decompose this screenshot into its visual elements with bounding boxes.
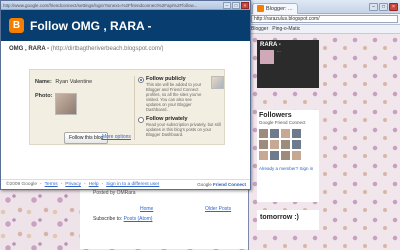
browser-titlebar: Blogger: ... – □ ×: [249, 0, 400, 14]
post-title: tomorrow :): [257, 210, 319, 230]
maximize-button[interactable]: □: [379, 2, 388, 11]
follower-grid: [259, 129, 317, 160]
follow-publicly-radio[interactable]: [138, 77, 144, 83]
follower-avatar[interactable]: [270, 129, 279, 138]
copyright-text: ©2009 Google: [6, 182, 38, 187]
background-browser-window: Blogger: ... – □ × http://rarazulus.blog…: [248, 0, 400, 250]
profile-photo: [55, 93, 78, 115]
follow-popup-window: http://www.google.com/friendconnect/sett…: [0, 0, 251, 190]
member-sign-in-link[interactable]: Already a member? Sign in: [259, 166, 317, 171]
divider: [134, 76, 135, 140]
followers-subtitle: Google Friend Connect: [259, 120, 306, 125]
popup-titlebar: http://www.google.com/friendconnect/sett…: [1, 1, 250, 10]
follow-privately-description: Read your subscription privately, but st…: [146, 122, 221, 137]
close-button[interactable]: ×: [389, 2, 398, 11]
public-people-icon: [211, 76, 224, 89]
more-options-link[interactable]: More options: [102, 134, 131, 140]
address-bar[interactable]: http://rarazulus.blogspot.com/: [251, 15, 398, 23]
subscribe-posts-link[interactable]: Posts (Atom): [124, 216, 153, 222]
blog-url: (http://dirtbagtheriverbeach.blogspot.co…: [50, 46, 164, 52]
photo-label: Photo:: [35, 93, 53, 99]
gfc-prefix: Google: [197, 182, 212, 187]
popup-url: http://www.google.com/friendconnect/sett…: [3, 2, 198, 8]
follower-avatar[interactable]: [292, 140, 301, 149]
blog-name: OMG , RARA -: [9, 46, 50, 52]
avatar[interactable]: [260, 50, 274, 64]
subscribe-label: Subscribe to:: [93, 216, 123, 222]
terms-link[interactable]: Terms: [45, 182, 58, 187]
follower-avatar[interactable]: [270, 151, 279, 160]
name-row: Name: Ryan Valentine: [35, 79, 131, 85]
posted-by-text: Posted by OMRara: [93, 190, 136, 196]
address-bar-row: http://rarazulus.blogspot.com/: [249, 14, 400, 25]
followers-widget: Followers Google Friend Connect Already …: [257, 110, 319, 202]
blog-page: RARA - ... Followers Google Friend Conne…: [249, 34, 400, 250]
popup-close-button[interactable]: ×: [241, 1, 249, 9]
older-posts-link[interactable]: Older Posts: [205, 206, 231, 212]
follow-privately-radio[interactable]: [138, 117, 144, 123]
popup-footer: ©2009 Google - Terms - Privacy - Help - …: [1, 179, 250, 189]
bookmark-item[interactable]: Blogger: [251, 26, 268, 32]
follower-avatar[interactable]: [292, 129, 301, 138]
privacy-link[interactable]: Privacy: [65, 182, 81, 187]
name-value: Ryan Valentine: [55, 79, 93, 85]
follower-avatar[interactable]: [259, 140, 268, 149]
follower-avatar[interactable]: [281, 140, 290, 149]
gfc-brand: Friend Connect: [212, 182, 246, 187]
follower-avatar[interactable]: [270, 140, 279, 149]
bookmarks-bar: Blogger Ping-o-Matic: [249, 25, 400, 34]
browser-tab[interactable]: Blogger: ...: [252, 2, 298, 14]
follow-publicly-description: This site will be added to your Blogger …: [146, 82, 202, 112]
popup-title: Follow OMG , RARA -: [30, 18, 152, 33]
follow-options: Follow publicly This site will be added …: [138, 76, 224, 141]
profile-card: RARA - ...: [257, 40, 319, 88]
photo-row: Photo:: [35, 93, 131, 115]
follow-publicly-option[interactable]: Follow publicly This site will be added …: [138, 76, 224, 112]
follower-avatar[interactable]: [281, 151, 290, 160]
minimize-button[interactable]: –: [369, 2, 378, 11]
follower-avatar[interactable]: [281, 129, 290, 138]
tab-title: Blogger: ...: [266, 5, 293, 12]
follow-form: Name: Ryan Valentine Photo: Follow this …: [29, 69, 225, 145]
follow-privately-option[interactable]: Follow privately Read your subscription …: [138, 116, 224, 137]
google-friend-connect-badge: Google Friend Connect: [197, 182, 250, 187]
popup-header: B Follow OMG , RARA -: [1, 10, 250, 41]
subscribe-row: Subscribe to: Posts (Atom): [93, 216, 152, 222]
help-link[interactable]: Help: [89, 182, 99, 187]
name-label: Name:: [35, 79, 52, 85]
follower-avatar[interactable]: [259, 129, 268, 138]
popup-maximize-button[interactable]: □: [232, 1, 240, 9]
home-link[interactable]: Home: [140, 206, 153, 212]
follower-avatar[interactable]: [259, 151, 268, 160]
popup-minimize-button[interactable]: –: [223, 1, 231, 9]
sign-in-different-user-link[interactable]: Sign in to a different user: [106, 182, 159, 187]
bookmark-item[interactable]: Ping-o-Matic: [272, 26, 300, 32]
follower-avatar[interactable]: [292, 151, 301, 160]
profile-fields: Name: Ryan Valentine Photo:: [35, 79, 131, 115]
blogger-favicon-icon: [257, 5, 264, 12]
followers-title: Followers: [259, 112, 292, 119]
blogger-logo-icon: B: [9, 18, 24, 33]
blog-identity-line: OMG , RARA - (http://dirtbagtheriverbeac…: [1, 41, 250, 57]
